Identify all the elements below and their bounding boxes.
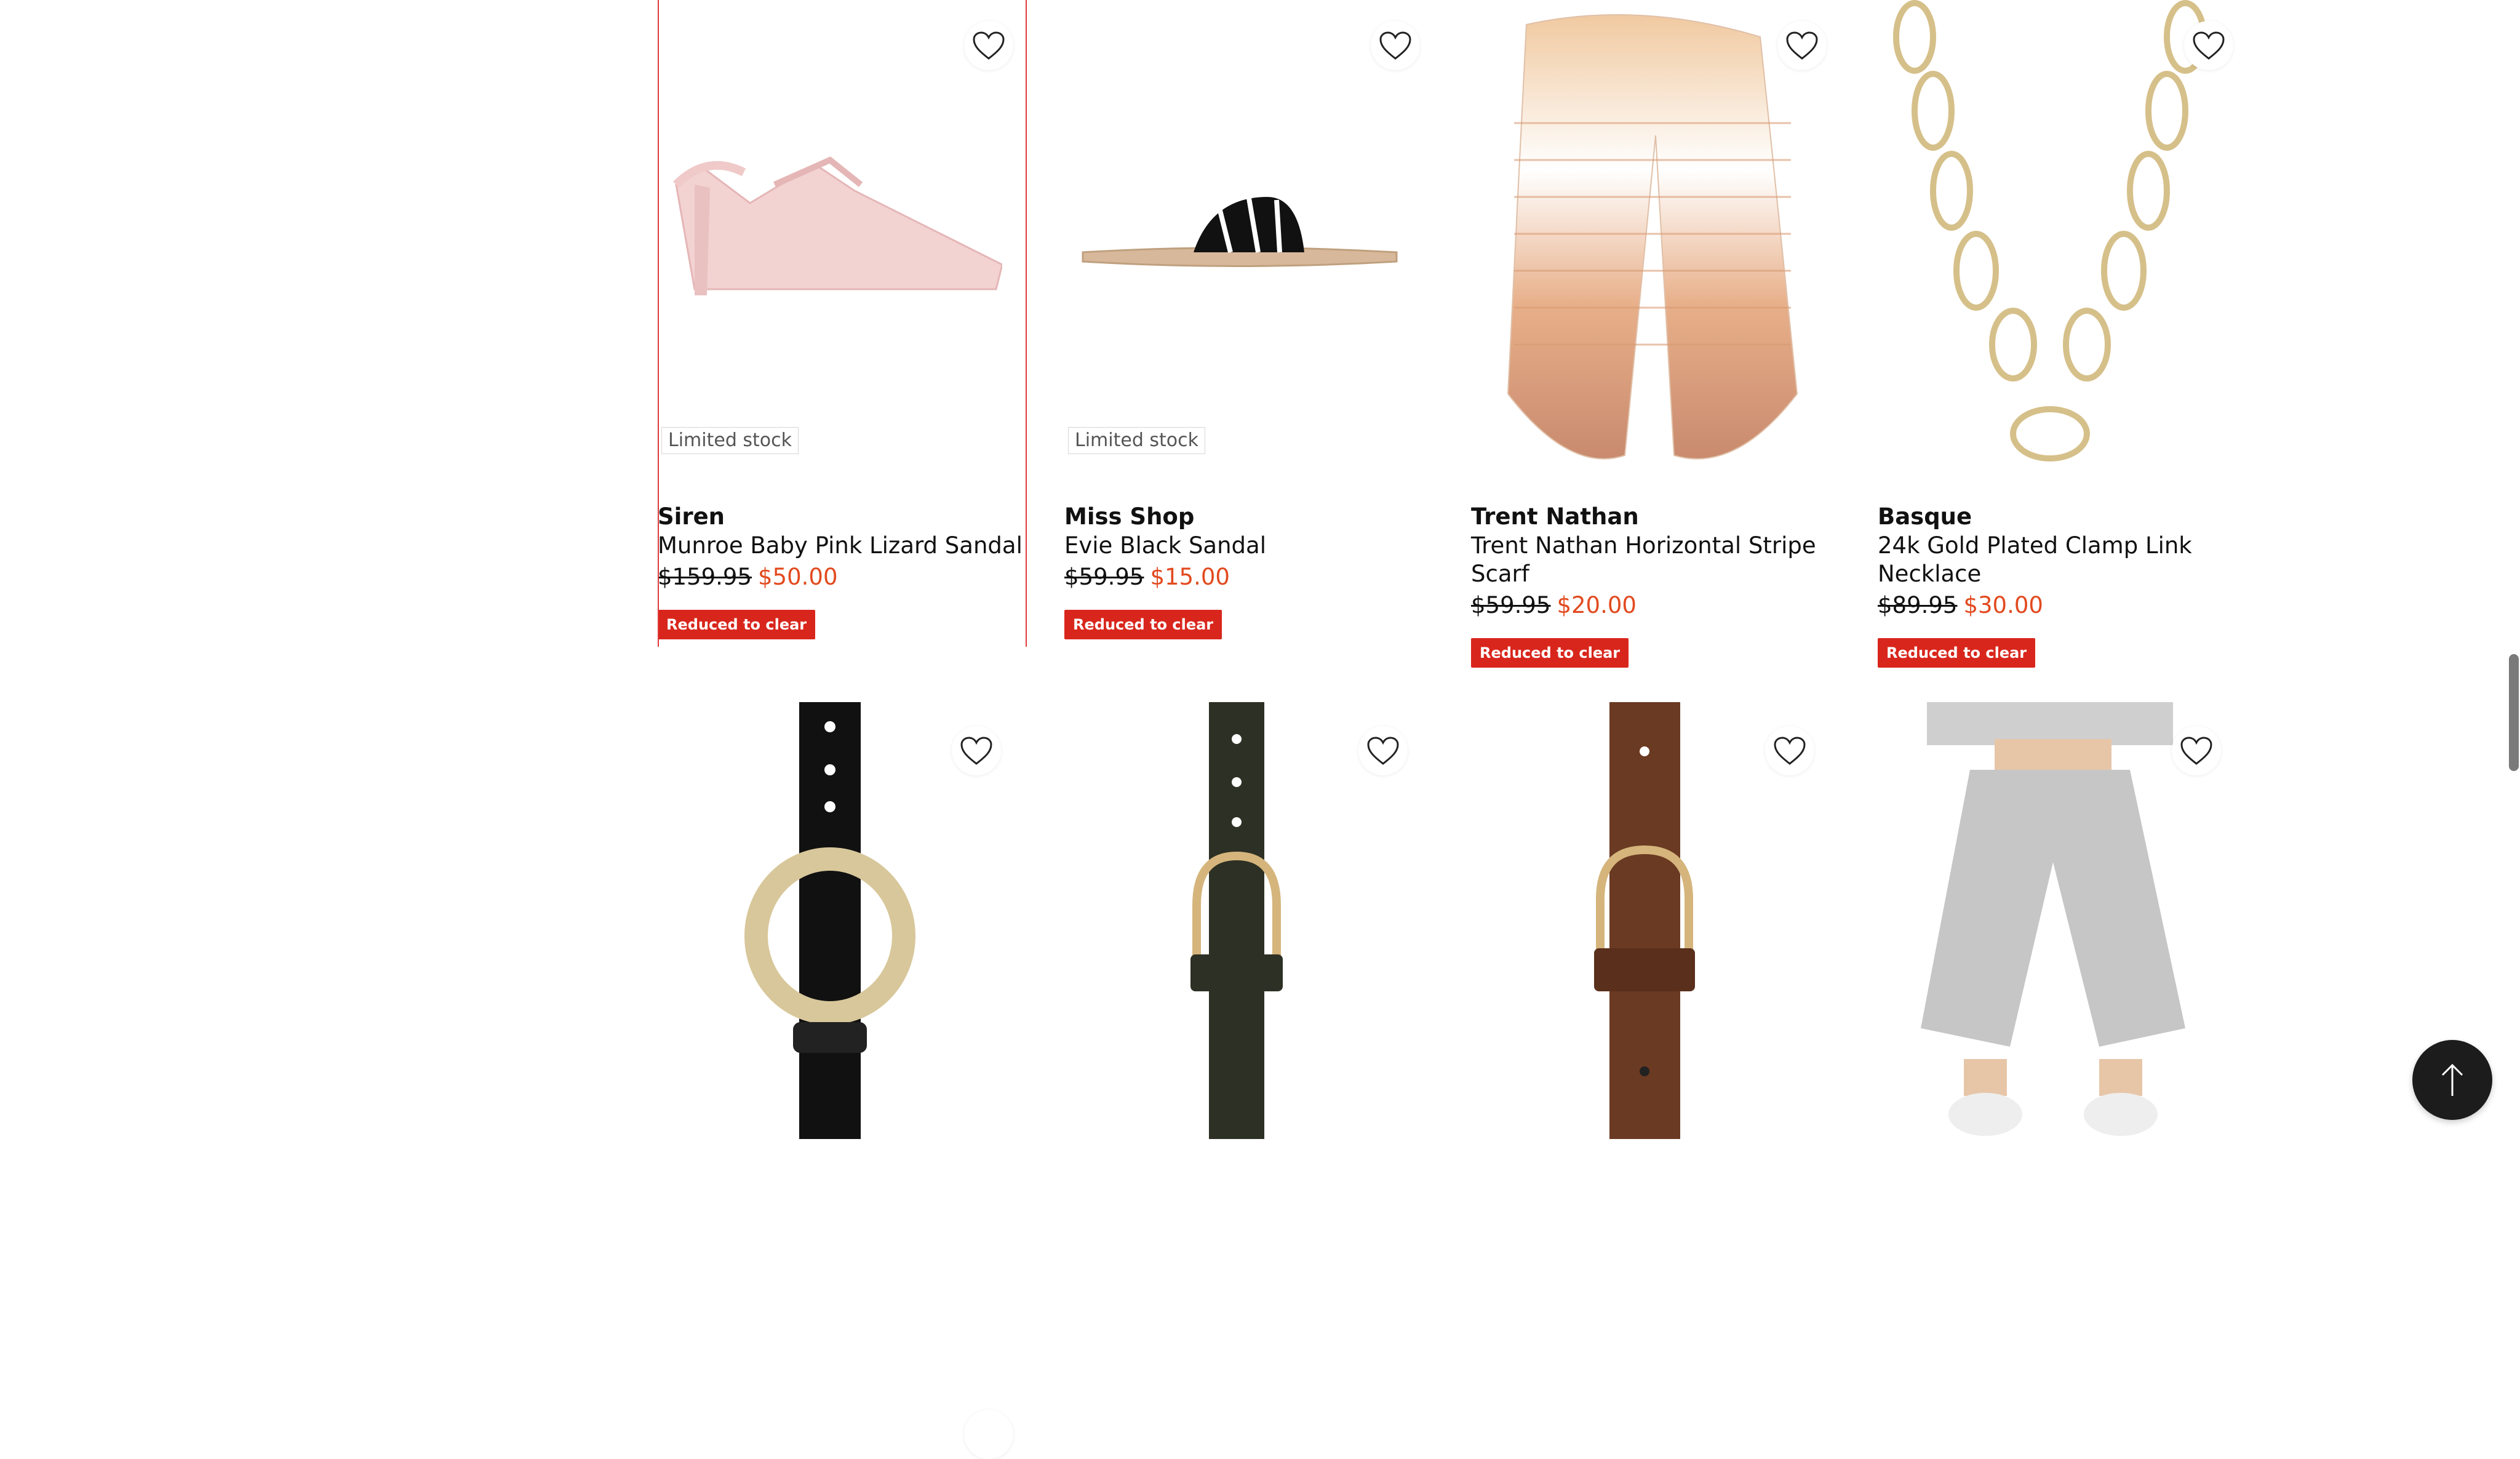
scrollbar-thumb[interactable] (2509, 654, 2519, 771)
product-brand[interactable]: Trent Nathan (1471, 504, 1840, 530)
sale-price: $30.00 (1963, 592, 2043, 619)
product-grid: Limited stock Siren Munroe Baby Pink Liz… (658, 0, 2247, 1459)
heart-icon (1367, 737, 1399, 765)
heart-icon (2180, 737, 2212, 765)
heart-icon (1786, 31, 1818, 60)
product-name[interactable]: Evie Black Sandal (1064, 532, 1433, 560)
product-card[interactable]: Trent Nathan Trent Nathan Horizontal Str… (1471, 0, 1840, 668)
product-image[interactable] (658, 702, 1002, 1139)
product-brand[interactable]: Miss Shop (1064, 504, 1433, 530)
original-price: $159.95 (658, 563, 752, 590)
product-brand[interactable]: Siren (658, 504, 1027, 530)
promo-tag: Reduced to clear (1878, 638, 2036, 668)
sale-price: $50.00 (758, 563, 838, 590)
wishlist-button[interactable] (1358, 726, 1408, 775)
wishlist-button[interactable] (1777, 21, 1827, 70)
promo-tag: Reduced to clear (1064, 610, 1222, 640)
promo-tag: Reduced to clear (1471, 638, 1629, 668)
product-price: $159.95 $50.00 (658, 563, 1027, 591)
product-image[interactable] (1064, 702, 1409, 1139)
heart-icon (1379, 31, 1411, 60)
product-name[interactable]: Trent Nathan Horizontal Stripe Scarf (1471, 532, 1840, 589)
product-card[interactable]: Basque 24k Gold Plated Clamp Link Neckla… (1878, 0, 2247, 668)
product-card[interactable]: Limited stock Siren Munroe Baby Pink Liz… (658, 0, 1027, 647)
product-image[interactable]: Limited stock (1064, 0, 1409, 474)
original-price: $89.95 (1878, 592, 1958, 619)
product-image[interactable] (1878, 0, 2222, 474)
sale-price: $15.00 (1150, 563, 1230, 590)
product-image[interactable] (1471, 702, 1816, 1139)
product-price: $89.95 $30.00 (1878, 591, 2247, 620)
product-card[interactable]: Limited stock Miss Shop Evie Black Sanda… (1064, 0, 1433, 647)
stock-badge: Limited stock (661, 427, 799, 454)
product-brand[interactable]: Basque (1878, 504, 2247, 530)
stock-badge: Limited stock (1068, 427, 1206, 454)
product-image[interactable] (1471, 0, 1816, 474)
heart-icon (973, 31, 1005, 60)
heart-icon (2193, 31, 2225, 60)
original-price: $59.95 (1471, 592, 1551, 619)
heart-icon (1774, 737, 1806, 765)
product-name[interactable]: Munroe Baby Pink Lizard Sandal (658, 532, 1027, 560)
wishlist-button[interactable] (2172, 726, 2221, 775)
original-price: $59.95 (1064, 563, 1144, 590)
wishlist-button[interactable] (964, 1410, 1013, 1459)
back-to-top-button[interactable] (2412, 1040, 2492, 1120)
product-image[interactable] (1878, 702, 2222, 1139)
arrow-up-icon (2441, 1063, 2463, 1096)
product-price: $59.95 $15.00 (1064, 563, 1433, 591)
wishlist-button[interactable] (2184, 21, 2233, 70)
product-image[interactable]: Limited stock (658, 0, 1002, 474)
wishlist-button[interactable] (1371, 21, 1420, 70)
wishlist-button[interactable] (1765, 726, 1814, 775)
promo-tag: Reduced to clear (658, 610, 816, 640)
sale-price: $20.00 (1557, 592, 1637, 619)
wishlist-button[interactable] (964, 21, 1013, 70)
heart-icon (960, 737, 992, 765)
product-price: $59.95 $20.00 (1471, 591, 1840, 620)
wishlist-button[interactable] (952, 726, 1001, 775)
product-name[interactable]: 24k Gold Plated Clamp Link Necklace (1878, 532, 2247, 589)
